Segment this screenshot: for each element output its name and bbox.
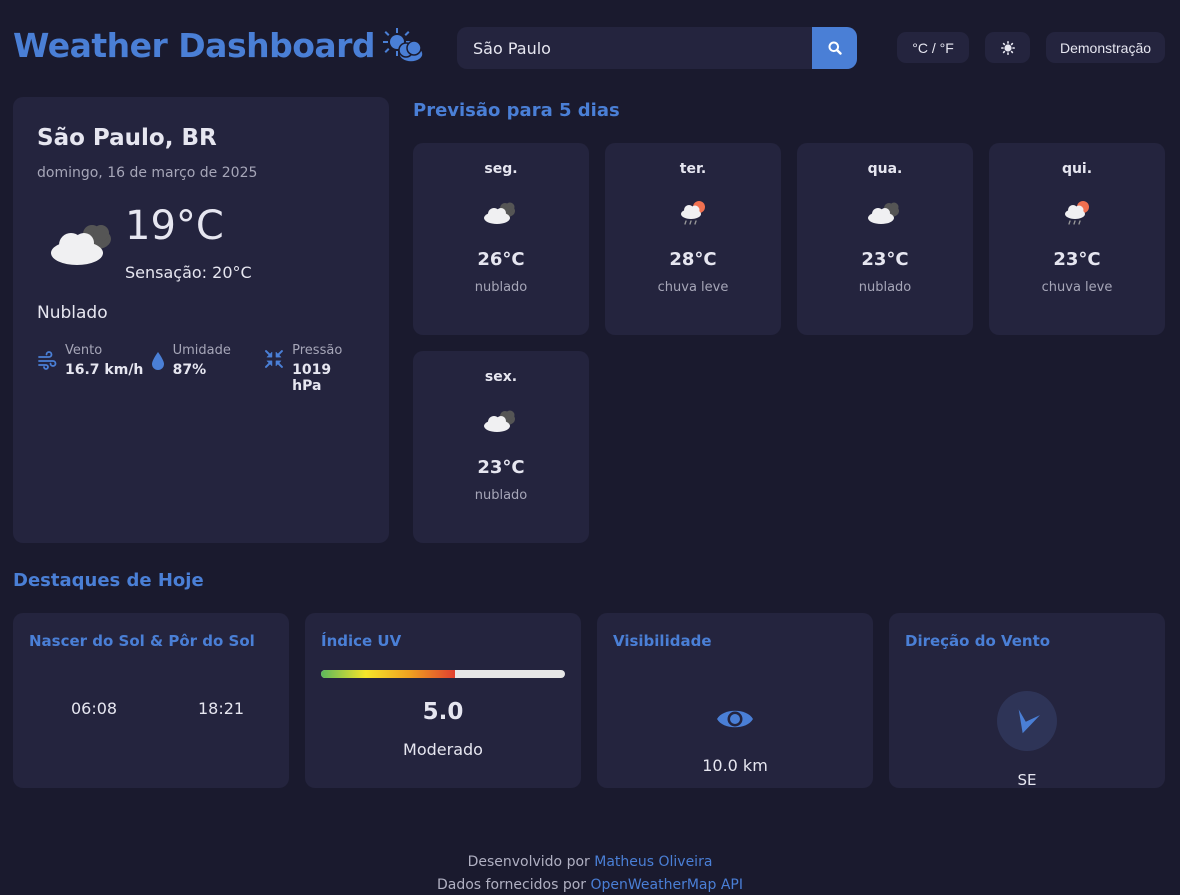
visibility-card-title: Visibilidade — [613, 632, 712, 650]
cloudy-icon — [484, 202, 515, 224]
forecast-card: qui. 23°C chuva leve — [989, 143, 1165, 335]
visibility-card: Visibilidade 10.0 km — [597, 613, 873, 788]
forecast-desc: nublado — [858, 280, 912, 295]
footer-dev: Desenvolvido por Matheus Oliveira — [0, 854, 1180, 870]
search-icon — [828, 41, 842, 55]
wind-value: 16.7 km/h — [65, 362, 144, 378]
uv-bar — [321, 670, 565, 678]
wind-label: Vento — [65, 343, 103, 358]
search-button[interactable] — [812, 27, 857, 69]
wind-direction-card-title: Direção do Vento — [905, 632, 1051, 650]
weather-description: Nublado — [37, 303, 108, 323]
forecast-card: seg. 26°C nublado — [413, 143, 589, 335]
forecast-day: sex. — [484, 369, 518, 385]
light-rain-icon — [1065, 201, 1089, 225]
pressure-value: 1019 hPa — [292, 362, 332, 394]
wind-compass — [997, 691, 1057, 751]
eye-icon — [717, 710, 753, 728]
visibility-value: 10.0 km — [702, 756, 768, 775]
search-input[interactable] — [457, 27, 812, 69]
demo-button[interactable]: Demonstração — [1046, 32, 1165, 63]
sun-icon — [1000, 40, 1015, 55]
developer-link[interactable]: Matheus Oliveira — [594, 854, 712, 870]
forecast-card: ter. 28°C chuva leve — [605, 143, 781, 335]
humidity-value: 87% — [172, 362, 207, 378]
forecast-card: qua. 23°C nublado — [797, 143, 973, 335]
sun-card-title: Nascer do Sol & Pôr do Sol — [29, 632, 255, 650]
humidity-stat: Umidade 87% — [151, 343, 265, 394]
current-weather-card: São Paulo, BR domingo, 16 de março de 20… — [13, 97, 389, 543]
forecast-day: seg. — [484, 161, 518, 177]
uv-bar-fill — [321, 670, 456, 678]
footer-dev-prefix: Desenvolvido por — [467, 854, 590, 870]
forecast-desc: chuva leve — [657, 280, 729, 295]
light-rain-icon — [681, 201, 705, 225]
cloudy-icon — [868, 202, 899, 224]
footer-data: Dados fornecidos por OpenWeatherMap API — [0, 877, 1180, 893]
theme-toggle-button[interactable] — [985, 32, 1030, 63]
data-source-link[interactable]: OpenWeatherMap API — [591, 877, 743, 893]
forecast-desc: chuva leve — [1041, 280, 1113, 295]
droplet-icon — [151, 352, 164, 370]
pressure-label: Pressão — [292, 343, 343, 358]
forecast-day: qua. — [867, 161, 903, 177]
wind-icon — [38, 351, 57, 370]
forecast-temp: 23°C — [861, 249, 909, 270]
forecast-desc: nublado — [474, 488, 528, 503]
forecast-desc: nublado — [474, 280, 528, 295]
city-name: São Paulo, BR — [37, 125, 217, 151]
wind-direction-card: Direção do Vento SE — [889, 613, 1165, 789]
navigation-arrow-icon — [1018, 709, 1040, 734]
app-title-text: Weather Dashboard — [13, 26, 376, 65]
footer-data-prefix: Dados fornecidos por — [437, 877, 587, 893]
sunrise-time: 06:08 — [71, 699, 118, 718]
forecast-title: Previsão para 5 dias — [413, 100, 620, 121]
current-temperature: 19°C — [125, 203, 224, 249]
uv-level: Moderado — [403, 740, 483, 759]
feels-like: Sensação: 20°C — [125, 263, 252, 282]
uv-card-title: Índice UV — [321, 632, 402, 650]
forecast-temp: 23°C — [1053, 249, 1101, 270]
uv-card: Índice UV 5.0 Moderado — [305, 613, 581, 788]
search-bar — [457, 27, 857, 69]
wind-stat: Vento 16.7 km/h — [37, 343, 151, 394]
current-date: domingo, 16 de março de 2025 — [37, 165, 258, 181]
sunset-time: 18:21 — [198, 699, 245, 718]
unit-toggle-button[interactable]: °C / °F — [897, 32, 969, 63]
wind-direction-value: SE — [1017, 771, 1037, 789]
sun-cloud-icon — [383, 27, 424, 63]
highlights-title: Destaques de Hoje — [13, 570, 204, 591]
forecast-card: sex. 23°C nublado — [413, 351, 589, 543]
forecast-temp: 23°C — [477, 457, 525, 478]
app-title: Weather Dashboard — [13, 26, 425, 65]
sun-card: Nascer do Sol & Pôr do Sol 06:08 18:21 — [13, 613, 289, 788]
cloudy-icon — [51, 225, 111, 265]
pressure-stat: Pressão 1019 hPa — [264, 343, 365, 394]
forecast-temp: 26°C — [477, 249, 525, 270]
uv-value: 5.0 — [422, 699, 464, 725]
forecast-temp: 28°C — [669, 249, 717, 270]
compress-icon — [265, 350, 284, 368]
cloudy-icon — [484, 410, 515, 432]
forecast-day: ter. — [679, 161, 707, 177]
forecast-day: qui. — [1061, 161, 1093, 177]
humidity-label: Umidade — [172, 343, 231, 358]
